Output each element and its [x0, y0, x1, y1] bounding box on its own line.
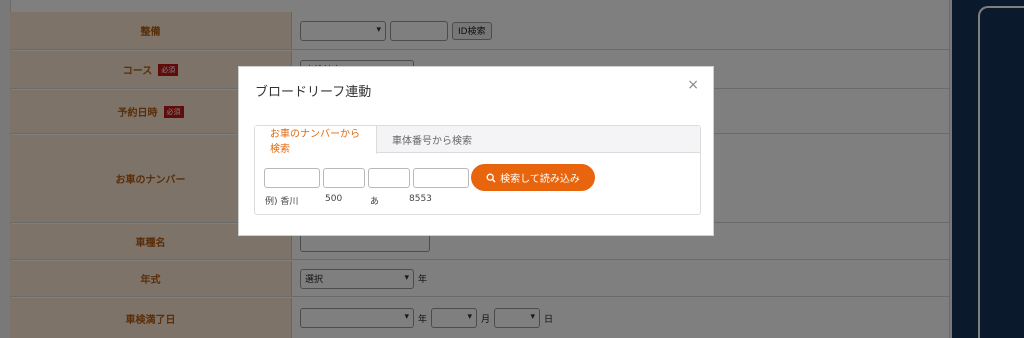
- plate-kana-input[interactable]: [368, 168, 410, 188]
- tab-vin-search[interactable]: 車体番号から検索: [377, 126, 487, 153]
- broadleaf-modal: ブロードリーフ連動 × お車のナンバーから検索 車体番号から検索 検索して読み込…: [238, 66, 714, 236]
- close-icon[interactable]: ×: [687, 77, 699, 93]
- example-kana: あ: [370, 197, 380, 207]
- search-load-button[interactable]: 検索して読み込み: [471, 164, 595, 191]
- example-number: 8553: [409, 194, 432, 204]
- plate-class-input[interactable]: [323, 168, 365, 188]
- search-tabs-panel: お車のナンバーから検索 車体番号から検索 検索して読み込み 例) 香川 500 …: [254, 125, 701, 215]
- plate-number-input[interactable]: [413, 168, 469, 188]
- example-class: 500: [325, 194, 343, 204]
- search-icon: [486, 173, 496, 182]
- example-region: 例) 香川: [265, 197, 299, 207]
- tab-plate-search[interactable]: お車のナンバーから検索: [255, 126, 377, 155]
- modal-title: ブロードリーフ連動: [255, 85, 372, 100]
- plate-region-input[interactable]: [264, 168, 320, 188]
